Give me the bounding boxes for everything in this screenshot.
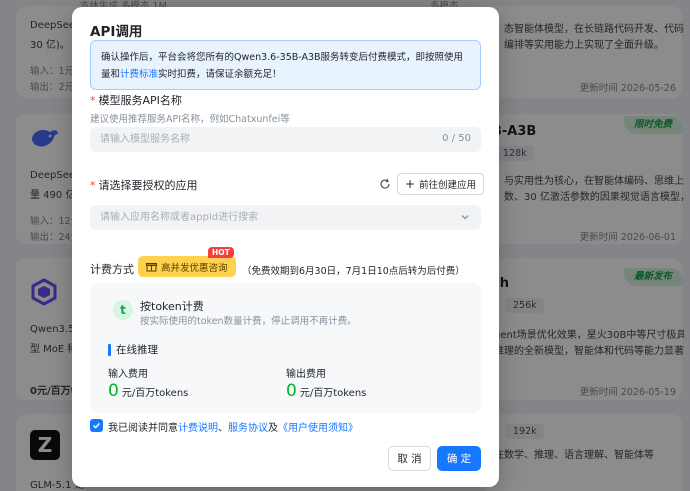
hot-badge: HOT — [208, 247, 234, 258]
output-fee-label: 输出费用 — [286, 369, 326, 380]
checkmark-icon — [92, 422, 101, 429]
output-fee: 0 元/百万tokens — [286, 381, 366, 401]
app-select-label-text: 请选择要授权的应用 — [98, 179, 198, 192]
svg-text:t: t — [120, 303, 126, 317]
plus-icon: + — [405, 177, 416, 191]
agreement-text: 我已阅读并同意计费说明、服务协议及《用户使用须知》 — [108, 419, 358, 434]
billing-note: （免费效期到6月30日，7月1日10点后转为后付费） — [242, 266, 465, 277]
char-counter: 0 / 50 — [442, 133, 471, 144]
required-mark: * — [90, 94, 96, 107]
billing-method-title: 按token计费 — [140, 300, 204, 313]
agreement-checkbox[interactable] — [90, 419, 103, 432]
agreement-separator: 、 — [218, 423, 228, 434]
billing-standard-link[interactable]: 计费标准 — [120, 69, 158, 80]
input-fee-unit: 元/百万tokens — [121, 388, 189, 399]
input-fee: 0 元/百万tokens — [108, 381, 188, 401]
billing-terms-link[interactable]: 计费说明 — [178, 423, 218, 434]
required-mark: * — [90, 179, 96, 192]
billing-method-desc: 按实际使用的token数量计费，停止调用不再计费。 — [140, 316, 357, 327]
dialog-title: API调用 — [90, 24, 143, 40]
user-notice-link[interactable]: 《用户使用须知》 — [278, 423, 358, 434]
section-title: 在线推理 — [116, 344, 158, 356]
app-search-input[interactable] — [90, 205, 390, 230]
app-select-label: * 请选择要授权的应用 — [90, 177, 198, 193]
output-fee-value: 0 — [286, 381, 297, 401]
confirm-button[interactable]: 确 定 — [437, 446, 481, 471]
service-name-label-text: 模型服务API名称 — [98, 94, 182, 107]
input-fee-label: 输入费用 — [108, 369, 148, 380]
service-name-label: * 模型服务API名称 — [90, 92, 182, 108]
output-fee-unit: 元/百万tokens — [299, 388, 367, 399]
create-app-label: 前往创建应用 — [419, 180, 477, 191]
create-app-button[interactable]: + 前往创建应用 — [397, 173, 485, 195]
promo-label: 高并发优惠咨询 — [161, 262, 228, 274]
cancel-button[interactable]: 取 消 — [388, 446, 431, 471]
service-name-input[interactable] — [90, 127, 390, 152]
chevron-down-icon — [461, 215, 469, 220]
input-fee-value: 0 — [108, 381, 119, 401]
agreement-separator: 及 — [268, 423, 278, 434]
notice-text-tail: 实时扣费，请保证余额充足！ — [158, 69, 282, 80]
refresh-icon[interactable] — [379, 178, 391, 190]
service-agreement-link[interactable]: 服务协议 — [228, 423, 268, 434]
agreement-prefix: 我已阅读并同意 — [108, 423, 178, 434]
section-marker — [108, 344, 111, 356]
billing-method-card[interactable]: t 按token计费 按实际使用的token数量计费，停止调用不再计费。 在线推… — [90, 283, 481, 413]
api-call-dialog: API调用 确认操作后，平台会将您所有的Qwen3.6-35B-A3B服务转变后… — [72, 7, 499, 487]
service-name-field: 0 / 50 — [90, 127, 481, 152]
gift-icon — [146, 263, 157, 272]
billing-label: 计费方式 — [90, 263, 134, 276]
notice-banner: 确认操作后，平台会将您所有的Qwen3.6-35B-A3B服务转变后付费模式，即… — [90, 40, 481, 90]
token-icon: t — [113, 300, 133, 320]
promo-consult-button[interactable]: 高并发优惠咨询 — [138, 256, 236, 277]
service-name-hint: 建议使用推荐服务API名称，例如Chatxunfei等 — [90, 114, 290, 125]
app-select-field[interactable] — [90, 205, 481, 230]
